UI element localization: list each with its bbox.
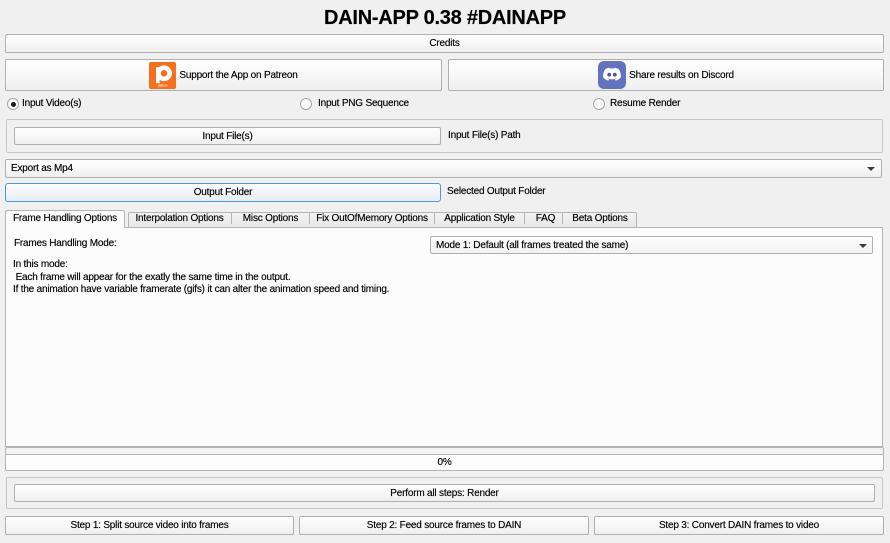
svg-text:patreon: patreon — [158, 83, 168, 87]
